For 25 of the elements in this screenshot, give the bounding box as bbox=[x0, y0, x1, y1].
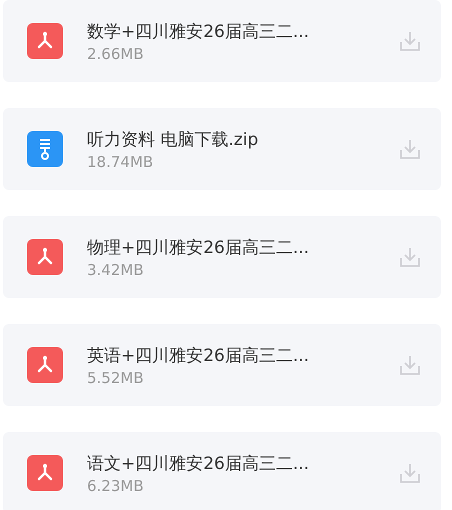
download-icon[interactable] bbox=[399, 462, 421, 484]
pdf-file-icon bbox=[27, 23, 63, 59]
file-size: 18.74MB bbox=[87, 152, 154, 170]
file-size: 3.42MB bbox=[87, 260, 145, 278]
file-name: 数学+四川雅安26届高三二... bbox=[87, 20, 310, 42]
file-card[interactable]: 英语+四川雅安26届高三二... 5.52MB bbox=[3, 324, 441, 406]
download-icon[interactable] bbox=[399, 138, 421, 160]
pdf-file-icon bbox=[27, 239, 63, 275]
file-size: 6.23MB bbox=[87, 476, 145, 494]
file-card[interactable]: 听力资料 电脑下载.zip 18.74MB bbox=[3, 108, 441, 190]
pdf-file-icon bbox=[27, 455, 63, 491]
file-card[interactable]: 物理+四川雅安26届高三二... 3.42MB bbox=[3, 216, 441, 298]
file-card[interactable]: 语文+四川雅安26届高三二... 6.23MB bbox=[3, 432, 441, 510]
file-size: 5.52MB bbox=[87, 368, 145, 386]
file-name: 语文+四川雅安26届高三二... bbox=[87, 452, 310, 474]
file-card[interactable]: 数学+四川雅安26届高三二... 2.66MB bbox=[3, 0, 441, 82]
zip-file-icon bbox=[27, 131, 63, 167]
download-icon[interactable] bbox=[399, 30, 421, 52]
file-name: 听力资料 电脑下载.zip bbox=[87, 128, 260, 150]
download-icon[interactable] bbox=[399, 246, 421, 268]
pdf-file-icon bbox=[27, 347, 63, 383]
download-icon[interactable] bbox=[399, 354, 421, 376]
file-name: 物理+四川雅安26届高三二... bbox=[87, 236, 310, 258]
file-name: 英语+四川雅安26届高三二... bbox=[87, 344, 310, 366]
file-size: 2.66MB bbox=[87, 44, 145, 62]
